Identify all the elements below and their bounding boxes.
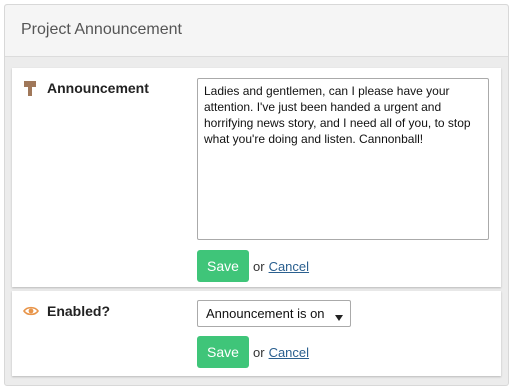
enabled-select-value: Announcement is on — [206, 306, 325, 321]
enabled-select[interactable]: Announcement is on — [197, 300, 351, 327]
panel-title: Project Announcement — [21, 21, 182, 38]
enabled-section: Enabled? Announcement is on Save or Canc… — [12, 291, 501, 376]
announcement-section: Announcement Ladies and gentlemen, can I… — [12, 68, 501, 287]
eye-icon — [23, 303, 39, 322]
project-announcement-panel: Project Announcement Announcement Ladies… — [4, 4, 509, 386]
or-text: or — [253, 258, 265, 274]
save-announcement-button[interactable]: Save — [197, 250, 249, 282]
panel-header: Project Announcement — [5, 5, 508, 57]
announcement-textarea[interactable]: Ladies and gentlemen, can I please have … — [197, 78, 489, 240]
save-enabled-button[interactable]: Save — [197, 336, 249, 368]
signpost-icon — [23, 80, 37, 99]
or-text: or — [253, 344, 265, 360]
cancel-enabled-link[interactable]: Cancel — [269, 345, 309, 360]
cancel-announcement-link[interactable]: Cancel — [269, 259, 309, 274]
announcement-actions: Save or Cancel — [197, 250, 309, 282]
chevron-down-icon — [335, 310, 343, 325]
enabled-actions: Save or Cancel — [197, 336, 309, 368]
enabled-label: Enabled? — [47, 303, 111, 319]
announcement-label: Announcement — [47, 80, 149, 96]
